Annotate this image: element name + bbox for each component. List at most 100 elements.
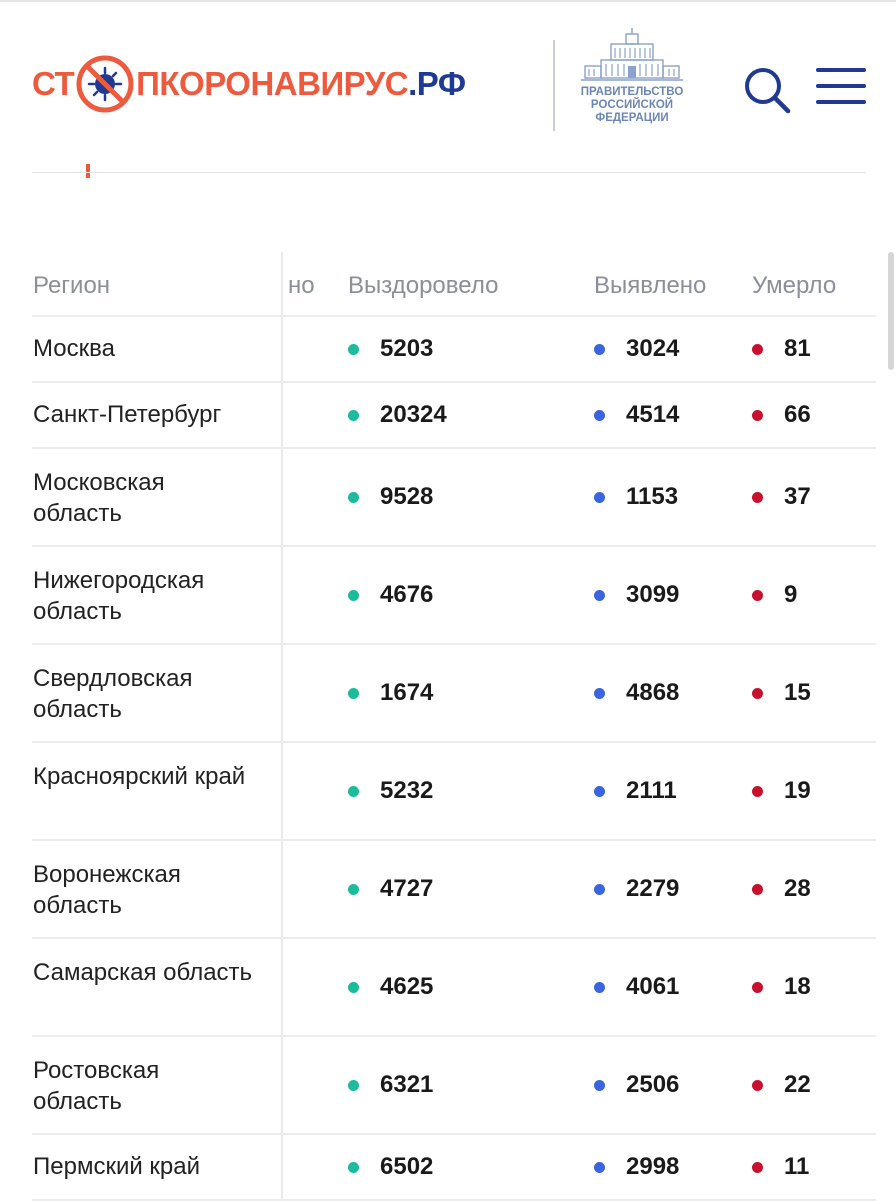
table-row[interactable]: Нижегородская область 4676 3099 9 [32,547,876,645]
site-header: СТ ПКОРОНАВИРУС .РФ ПРАВИТЕЛЬСТВО РОССИЙ… [0,0,896,160]
died-value: 66 [784,401,811,428]
recovered-dot-icon [348,785,359,797]
recovered-dot-icon [348,981,359,993]
recovered-cell: 9528 [348,481,433,513]
government-logo[interactable]: ПРАВИТЕЛЬСТВО РОССИЙСКОЙ ФЕДЕРАЦИИ [576,28,688,128]
header-detected[interactable]: Выявлено [594,272,706,300]
vertical-scrollbar[interactable] [888,252,894,370]
died-cell: 66 [752,399,811,431]
recovered-value: 9528 [380,483,434,510]
detected-value: 2998 [626,1153,680,1180]
logo-text-domain: .РФ [408,65,466,102]
crossed-virus-icon [76,55,134,113]
site-logo[interactable]: СТ ПКОРОНАВИРУС .РФ [32,52,466,116]
region-name: Воронежская область [33,861,181,919]
detected-dot-icon [594,409,605,421]
detected-value: 4061 [626,973,680,1000]
recovered-cell: 20324 [348,399,447,431]
logo-text-start: СТ [32,65,75,102]
recovered-cell: 5203 [348,333,433,365]
died-value: 9 [784,581,798,608]
region-name: Пермский край [33,1153,201,1180]
died-dot-icon [752,785,763,797]
recovered-value: 6321 [380,1071,434,1098]
table-row[interactable]: Ростовская область 6321 2506 22 [32,1037,876,1135]
recovered-value: 20324 [380,401,447,428]
region-name: Санкт-Петербург [33,401,222,428]
recovered-cell: 6321 [348,1069,433,1101]
died-dot-icon [752,981,763,993]
died-cell: 15 [752,677,811,709]
table-row[interactable]: Санкт-Петербург 20324 4514 66 [32,383,876,449]
detected-value: 1153 [626,483,679,510]
table-body: Москва 5203 3024 81 Санкт-Петербург 20324 4514… [32,317,876,1201]
detected-dot-icon [594,1161,605,1173]
section-divider [32,172,866,173]
header-divider [553,40,555,131]
detected-value: 3099 [626,581,680,608]
recovered-dot-icon [348,409,359,421]
government-building-icon [581,28,683,81]
died-dot-icon [752,589,763,601]
header-region[interactable]: Регион [33,272,110,300]
detected-cell: 3024 [594,333,679,365]
detected-value: 3024 [626,335,680,362]
gov-caption-line: ФЕДЕРАЦИИ [595,112,669,124]
table-row[interactable]: Москва 5203 3024 81 [32,317,876,383]
died-value: 22 [784,1071,811,1098]
died-dot-icon [752,883,763,895]
table-row[interactable]: Самарская область 4625 4061 18 [32,939,876,1037]
recovered-cell: 5232 [348,775,433,807]
died-dot-icon [752,491,763,503]
hamburger-menu-icon[interactable] [816,68,866,104]
table-header: Регион но Выздоровело Выявлено Умерло [32,252,876,317]
detected-cell: 3099 [594,579,679,611]
detected-dot-icon [594,589,605,601]
died-value: 19 [784,777,811,804]
detected-cell: 2111 [594,775,677,807]
died-cell: 18 [752,971,811,1003]
recovered-value: 4676 [380,581,434,608]
died-cell: 19 [752,775,811,807]
gov-caption-line: ПРАВИТЕЛЬСТВО [580,86,684,98]
died-value: 37 [784,483,811,510]
government-caption: ПРАВИТЕЛЬСТВО РОССИЙСКОЙ ФЕДЕРАЦИИ [576,86,688,125]
region-name: Красноярский край [33,763,246,790]
detected-cell: 2279 [594,873,679,905]
recovered-cell: 4625 [348,971,433,1003]
detected-cell: 4514 [594,399,679,431]
logo-text-main: ПКОРОНАВИРУС [136,65,409,102]
recovered-cell: 4727 [348,873,433,905]
recovered-value: 4625 [380,973,434,1000]
region-name: Свердловская область [33,665,193,723]
recovered-dot-icon [348,1079,359,1091]
region-name: Ростовская область [33,1057,160,1115]
table-row[interactable]: Свердловская область 1674 4868 15 [32,645,876,743]
recovered-dot-icon [348,491,359,503]
table-row[interactable]: Красноярский край 5232 2111 19 [32,743,876,841]
recovered-value: 1674 [380,679,434,706]
region-name: Москва [33,335,115,362]
region-name: Московская область [33,469,165,527]
search-icon[interactable] [742,65,792,115]
died-value: 15 [784,679,811,706]
header-partial-column[interactable]: но [288,272,315,300]
detected-cell: 2998 [594,1151,679,1183]
died-value: 11 [784,1153,810,1180]
died-value: 81 [784,335,811,362]
detected-cell: 4868 [594,677,679,709]
detected-value: 4868 [626,679,680,706]
detected-value: 2279 [626,875,680,902]
detected-dot-icon [594,687,605,699]
header-died[interactable]: Умерло [752,272,836,300]
table-row[interactable]: Московская область 9528 1153 37 [32,449,876,547]
died-cell: 11 [752,1151,809,1183]
header-recovered[interactable]: Выздоровело [348,272,498,300]
died-cell: 81 [752,333,811,365]
table-row[interactable]: Пермский край 6502 2998 11 [32,1135,876,1201]
section-accent-mark [86,164,90,178]
recovered-cell: 4676 [348,579,433,611]
died-dot-icon [752,343,763,355]
recovered-value: 5232 [380,777,434,804]
table-row[interactable]: Воронежская область 4727 2279 28 [32,841,876,939]
